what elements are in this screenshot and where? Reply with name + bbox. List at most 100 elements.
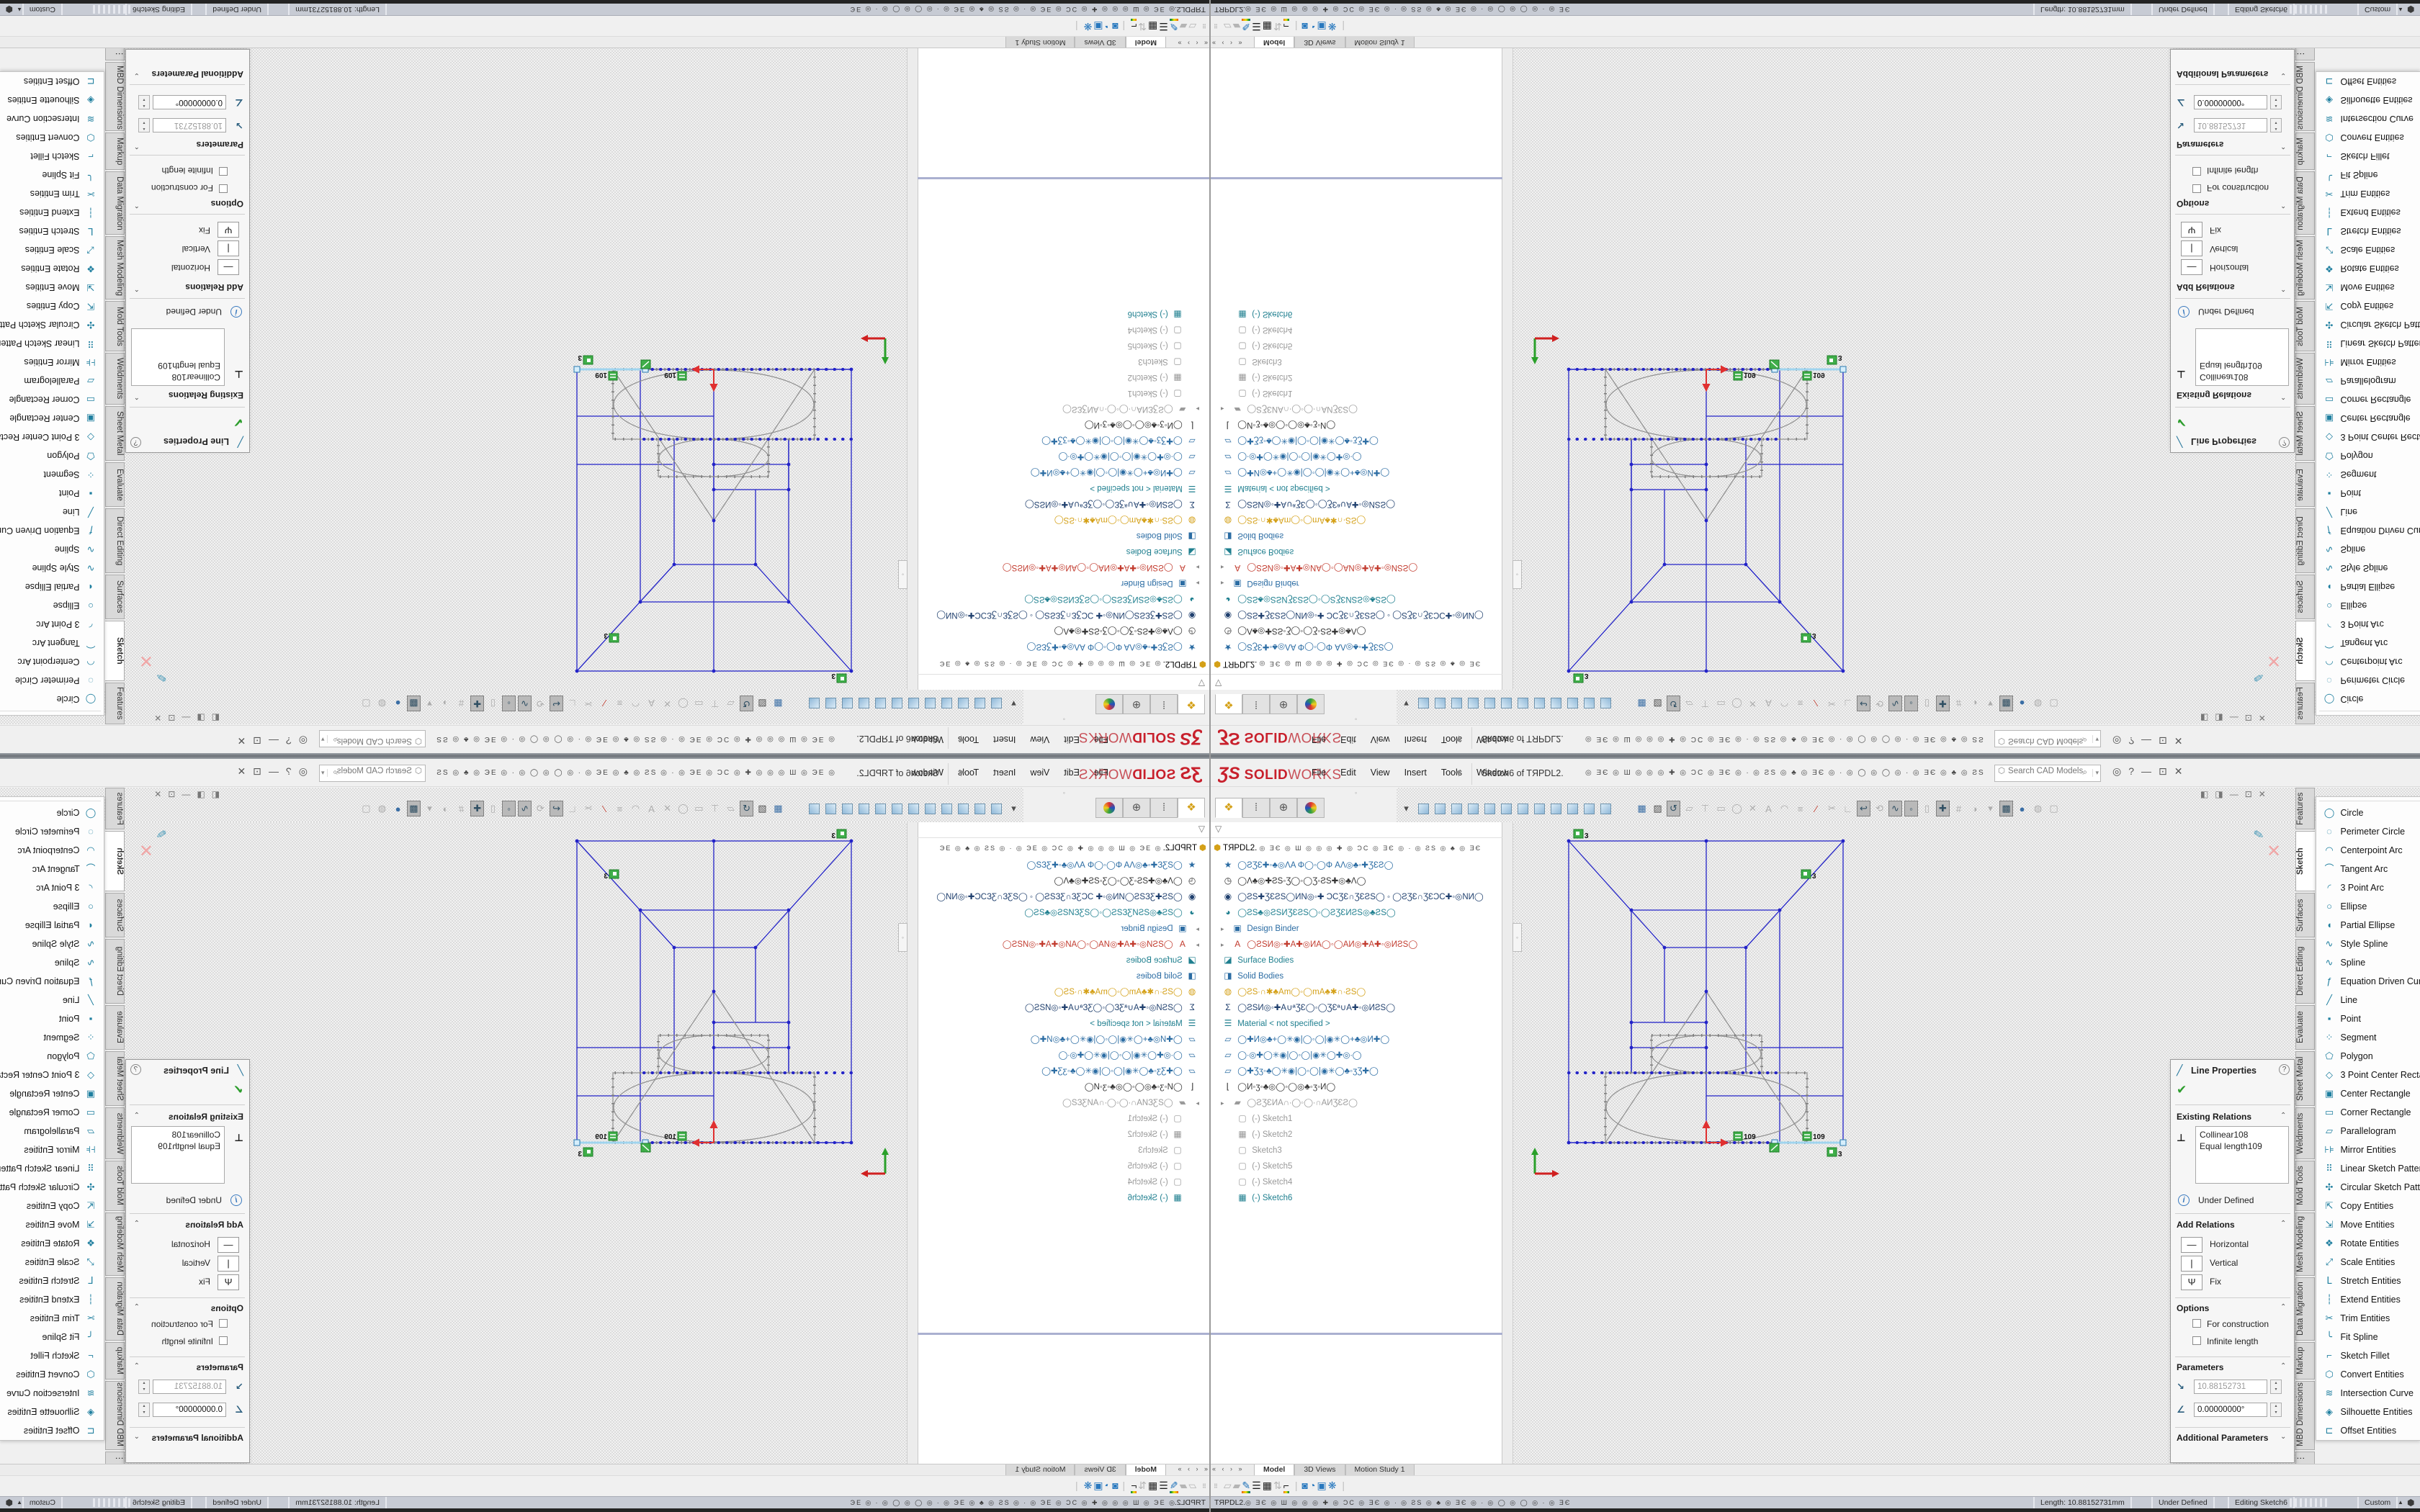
display-toolbar-icon[interactable]: ▱ bbox=[1188, 1480, 1196, 1491]
sketch-menu-item[interactable]: ⊦⊧ Mirror Entities bbox=[0, 1140, 104, 1159]
pane-splitter[interactable] bbox=[907, 822, 918, 1464]
commandmanager-tab[interactable]: Features bbox=[105, 788, 125, 829]
collapse-icon[interactable]: ⌃ bbox=[2280, 201, 2286, 209]
tree-row[interactable]: ▸ A ◯ƧSИ◎◦✚A✚◎ИA◯◦◯AИ◎✚A✚◦◎ИƧS◯ bbox=[1211, 560, 1502, 576]
sketch-menu-item[interactable]: ⬠ Polygon bbox=[0, 1047, 104, 1066]
commandmanager-tab[interactable]: Mold Tools bbox=[2295, 301, 2315, 351]
sketch-menu-item[interactable]: ◯ Circle bbox=[0, 804, 104, 822]
sketch-menu-item[interactable]: ○ Ellipse bbox=[0, 596, 104, 615]
display-toolbar-icon[interactable]: ▣ bbox=[1093, 21, 1103, 32]
toolbar-icon[interactable]: ↺ bbox=[740, 696, 753, 711]
tree-row-sketch[interactable]: ▢ (-) Sketch5 bbox=[918, 338, 1209, 354]
toolbar-icon[interactable] bbox=[1501, 698, 1512, 709]
sketch-menu-item[interactable]: ▭ Corner Rectangle bbox=[0, 1103, 104, 1122]
expand-caret-icon[interactable]: ▸ bbox=[1192, 402, 1199, 417]
pane-collapse-dot[interactable]: ◦ bbox=[1355, 716, 1357, 723]
relation-button[interactable]: | bbox=[2181, 240, 2202, 256]
collapse-icon[interactable]: ⌃ bbox=[134, 1220, 140, 1228]
display-toolbar-icon[interactable]: ⇅ bbox=[1273, 1480, 1282, 1491]
options-header[interactable]: Options bbox=[2177, 199, 2209, 209]
commandmanager-tab[interactable]: Features bbox=[105, 683, 125, 724]
toolbar-icon[interactable] bbox=[875, 698, 886, 709]
sketch-menu-item[interactable]: ✂ Trim Entities bbox=[2316, 184, 2420, 203]
toolbar-icon[interactable] bbox=[842, 698, 853, 709]
display-toolbar-icon[interactable]: ▣ bbox=[1317, 21, 1326, 32]
sketch-menu-item[interactable]: ╱ Line bbox=[0, 503, 104, 521]
toolbar-icon[interactable] bbox=[1435, 804, 1446, 814]
panel-help-icon[interactable]: ? bbox=[2279, 1064, 2290, 1075]
collapse-icon[interactable]: ⌃ bbox=[134, 1303, 140, 1311]
tree-row[interactable]: ◉ ◯ƧS✚ƷƐƧS◯ИΝ◎◦✚ ƆCƷƐ∩ƷƐƧS◯ ◦ ◯ƧƷƐ∩ƷƐƆC✚… bbox=[1211, 888, 1502, 904]
ok-button[interactable]: ✔ bbox=[233, 1083, 243, 1097]
display-toolbar-icon[interactable]: ⌐ bbox=[1131, 19, 1137, 32]
relations-listbox[interactable]: Collinear108Equal length109 bbox=[131, 328, 225, 386]
toolbar-icon[interactable]: ▱ bbox=[1682, 801, 1696, 816]
commandmanager-tab[interactable]: Mold Tools bbox=[2295, 1161, 2315, 1211]
unit-dropdown-arrow[interactable]: ▲ bbox=[2398, 6, 2403, 13]
tab-propertymanager[interactable]: ⦙ bbox=[1242, 798, 1270, 818]
toolbar-icon[interactable]: ↩ bbox=[550, 801, 563, 816]
tab-configurationmanager[interactable]: ⊕ bbox=[1270, 798, 1297, 818]
display-toolbar-icon[interactable]: ▦ bbox=[1148, 21, 1157, 32]
tab-configurationmanager[interactable]: ⊕ bbox=[1123, 694, 1150, 714]
search-input[interactable]: ⬡Search CAD Models ⌕ ▾ bbox=[1994, 730, 2101, 747]
sketch-menu-item[interactable]: ⇲ Move Entities bbox=[0, 278, 104, 297]
collapse-icon[interactable]: ⌃ bbox=[134, 392, 140, 400]
tree-splitter-bar[interactable] bbox=[918, 1333, 1209, 1335]
collapse-icon[interactable]: ⌃ bbox=[2280, 284, 2286, 292]
sketch-menu-item[interactable]: ▱ Parallelogram bbox=[2316, 372, 2420, 390]
ok-button[interactable]: ✔ bbox=[233, 415, 243, 429]
toolbar-icon[interactable]: # bbox=[454, 801, 468, 816]
tree-row[interactable]: ▸ ▣ Design Binder bbox=[1211, 576, 1502, 592]
sketch-menu-item[interactable]: ▭ Corner Rectangle bbox=[2316, 390, 2420, 409]
sketch-menu-item[interactable]: ∿ Style Spline bbox=[0, 935, 104, 953]
tree-splitter-bar[interactable] bbox=[1211, 177, 1502, 179]
menu-item[interactable]: View bbox=[1371, 734, 1390, 744]
angle-spinner[interactable]: ▴▾ bbox=[138, 1403, 150, 1417]
tree-row-sketch[interactable]: ▦ (-) Sketch2 bbox=[1211, 1126, 1502, 1142]
additional-parameters-header[interactable]: Additional Parameters bbox=[152, 69, 243, 79]
toolbar-icon[interactable] bbox=[908, 698, 919, 709]
toolbar-icon[interactable] bbox=[1468, 804, 1479, 814]
sketch-menu-item[interactable]: ⌐ Sketch Fillet bbox=[0, 1346, 104, 1365]
toolbar-icon[interactable] bbox=[958, 698, 969, 709]
menu-item[interactable]: Insert bbox=[1404, 768, 1427, 778]
display-toolbar-icon[interactable]: | bbox=[1295, 21, 1298, 32]
tree-row[interactable]: ◪ Surface Bodies bbox=[1211, 544, 1502, 560]
commandmanager-tab[interactable]: Surfaces bbox=[105, 575, 125, 619]
document-tab[interactable]: 3D Views bbox=[1294, 1464, 1345, 1476]
commandmanager-tab[interactable]: Weldments bbox=[2295, 353, 2315, 405]
toolbar-icon[interactable]: ✂ bbox=[1825, 696, 1839, 711]
doc-window-control-icon[interactable]: ✕ bbox=[2259, 789, 2272, 799]
toolbar-icon[interactable]: ▢ bbox=[2047, 801, 2061, 816]
search-dropdown-icon[interactable]: ▾ bbox=[321, 769, 328, 777]
sketch-menu-item[interactable]: ┆ Extend Entities bbox=[0, 203, 104, 222]
titlebar-icon[interactable]: ? bbox=[279, 735, 292, 747]
ok-button[interactable]: ✔ bbox=[2177, 415, 2187, 429]
tree-row[interactable]: ◨ Solid Bodies bbox=[918, 528, 1209, 544]
display-toolbar-icon[interactable]: ◙ bbox=[1112, 1480, 1118, 1491]
sketch-menu-item[interactable]: ⬡ Convert Entities bbox=[0, 128, 104, 147]
sketch-menu-item[interactable]: ⇲ Move Entities bbox=[2316, 1215, 2420, 1234]
canvas-side-tab[interactable]: ◦ bbox=[1512, 923, 1522, 952]
toolbar-icon[interactable] bbox=[842, 804, 853, 814]
search-icon[interactable]: ⌕ bbox=[333, 734, 337, 744]
toolbar-icon[interactable]: ◑ bbox=[1968, 801, 1981, 816]
tree-row-sketch[interactable]: ▢ Sketch3 bbox=[1211, 1142, 1502, 1158]
sketch-cancel-icon[interactable]: ✕ bbox=[2267, 841, 2281, 862]
sketch-menu-item[interactable]: ◇ 3 Point Center Recta... bbox=[2316, 1066, 2420, 1084]
sketch-menu-item[interactable]: ⠿ Linear Sketch Pattern bbox=[0, 334, 104, 353]
tab-displaymanager[interactable] bbox=[1297, 798, 1325, 818]
toolbar-icon[interactable] bbox=[1600, 804, 1611, 814]
expand-caret-icon[interactable]: ▸ bbox=[1192, 560, 1199, 575]
tree-row-sketch[interactable]: ▢ (-) Sketch1 bbox=[918, 1110, 1209, 1126]
tree-row[interactable]: ◪ Surface Bodies bbox=[918, 952, 1209, 968]
sketch-menu-item[interactable]: ╱ Line bbox=[2316, 991, 2420, 1009]
toolbar-icon[interactable]: ◠ bbox=[629, 696, 642, 711]
relation-button[interactable]: — bbox=[2181, 1237, 2202, 1253]
tree-row[interactable]: ▸ A ◯ƧSИ◎◦✚A✚◎ИA◯◦◯AИ◎✚A✚◦◎ИƧS◯ bbox=[918, 936, 1209, 952]
sketch-menu-item[interactable]: ▪ Point bbox=[2316, 484, 2420, 503]
toolbar-icon[interactable]: ▱ bbox=[724, 801, 738, 816]
toolbar-icon[interactable]: # bbox=[1952, 801, 1966, 816]
toolbar-icon[interactable] bbox=[1484, 804, 1495, 814]
